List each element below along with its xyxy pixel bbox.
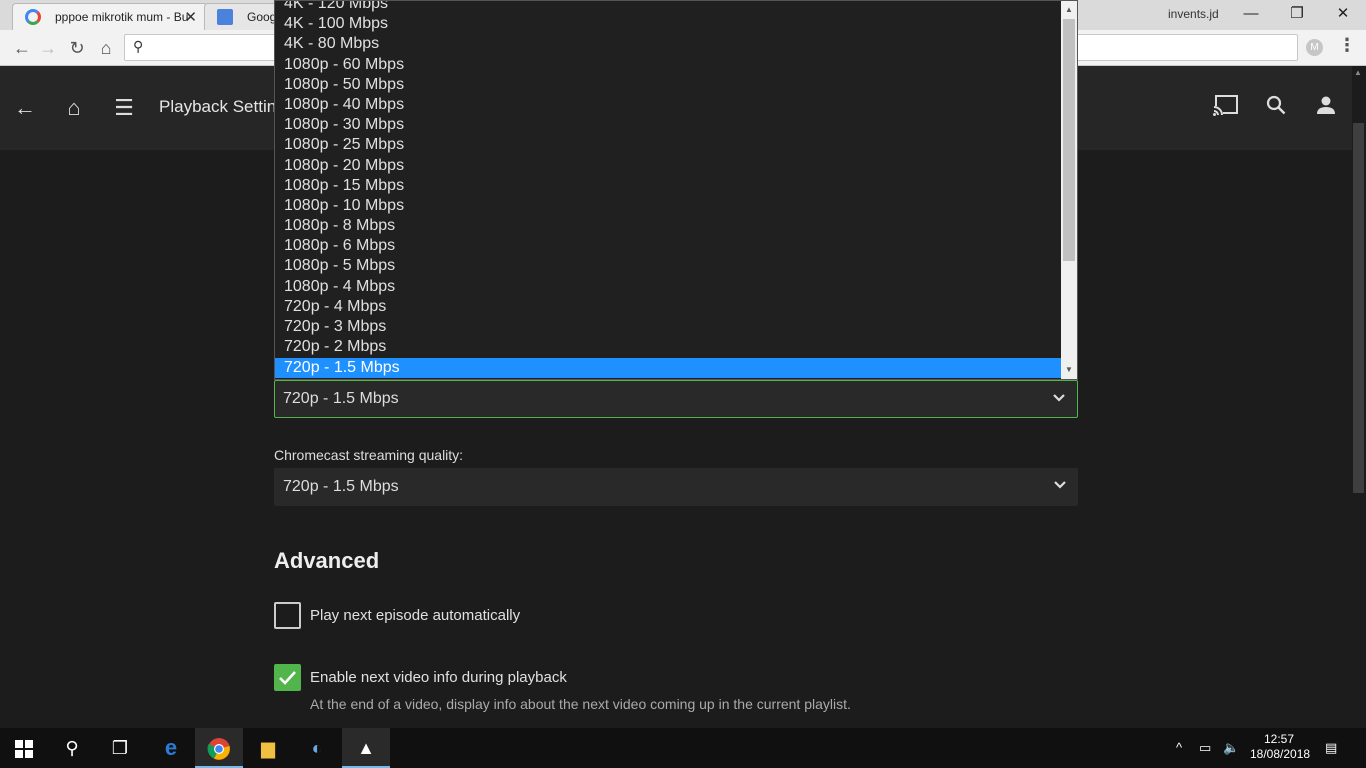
menu-icon[interactable]: ☰	[110, 94, 138, 122]
chromecast-select-value: 720p - 1.5 Mbps	[283, 478, 399, 495]
next-video-info-checkbox[interactable]	[274, 664, 301, 691]
app-icon[interactable]: ◐	[293, 728, 341, 768]
extension-icon[interactable]: M	[1306, 39, 1323, 56]
photos-icon[interactable]: ▲	[342, 728, 390, 768]
chevron-down-icon	[1053, 394, 1065, 402]
checkmark-icon	[279, 671, 296, 685]
dropdown-option[interactable]: 720p - 2 Mbps	[275, 337, 1061, 357]
home-icon[interactable]: ⌂	[60, 94, 88, 122]
dropdown-option[interactable]: 1080p - 10 Mbps	[275, 196, 1061, 216]
back-icon[interactable]: ←	[10, 36, 34, 60]
search-icon: ⚲	[133, 38, 144, 54]
quality-select[interactable]: 720p - 1.5 Mbps	[274, 380, 1078, 418]
profile-name[interactable]: invents.jd	[1168, 7, 1219, 21]
clock[interactable]: 12:57 18/08/2018	[1250, 732, 1311, 762]
reload-icon[interactable]: ↻	[65, 36, 89, 60]
dropdown-option[interactable]: 1080p - 50 Mbps	[275, 75, 1061, 95]
edge-icon[interactable]: e	[147, 728, 195, 768]
windows-taskbar: ⚲ ❐ e ▆ ◐ ▲ ^ ▭ 🔈 12:57 18/08/2018 ▤	[0, 728, 1366, 768]
dropdown-option[interactable]: 1080p - 25 Mbps	[275, 135, 1061, 155]
google-docs-icon	[217, 9, 233, 25]
restore-button[interactable]: ❐	[1274, 2, 1320, 28]
dropdown-scrollbar-thumb[interactable]	[1063, 19, 1075, 261]
play-next-label[interactable]: Play next episode automatically	[310, 607, 520, 624]
close-tab-icon[interactable]: ✕	[184, 8, 197, 26]
advanced-heading: Advanced	[274, 548, 380, 573]
scroll-down-icon[interactable]: ▼	[1065, 365, 1073, 374]
user-icon[interactable]	[1312, 94, 1340, 122]
volume-icon[interactable]: 🔈	[1223, 728, 1239, 768]
google-icon	[25, 9, 41, 25]
file-explorer-icon[interactable]: ▆	[244, 728, 292, 768]
tab-title: pppoe mikrotik mum - Bu	[55, 10, 189, 24]
dropdown-option[interactable]: 1080p - 20 Mbps	[275, 156, 1061, 176]
dropdown-option[interactable]: 720p - 3 Mbps	[275, 317, 1061, 337]
chrome-icon[interactable]	[195, 728, 243, 768]
tray-chevron-icon[interactable]: ^	[1176, 728, 1182, 768]
dropdown-option[interactable]: 1080p - 15 Mbps	[275, 176, 1061, 196]
action-center-icon[interactable]: ▤	[1325, 728, 1337, 768]
dropdown-option[interactable]: 1080p - 5 Mbps	[275, 256, 1061, 276]
dropdown-scrollbar[interactable]: ▲ ▼	[1061, 1, 1077, 379]
play-next-checkbox[interactable]	[274, 602, 301, 629]
dropdown-option[interactable]: 4K - 120 Mbps	[275, 1, 1061, 14]
back-arrow-icon[interactable]: ←	[11, 94, 39, 122]
network-icon[interactable]: ▭	[1199, 728, 1211, 768]
dropdown-option[interactable]: 1080p - 8 Mbps	[275, 216, 1061, 236]
home-icon[interactable]: ⌂	[94, 36, 118, 60]
cast-icon[interactable]	[1212, 94, 1240, 122]
dropdown-option[interactable]: 4K - 100 Mbps	[275, 14, 1061, 34]
forward-icon[interactable]: →	[36, 36, 60, 60]
scroll-up-icon[interactable]: ▲	[1354, 68, 1362, 77]
quality-dropdown-list[interactable]: 4K - 120 Mbps 4K - 100 Mbps 4K - 80 Mbps…	[274, 0, 1078, 380]
quality-select-value: 720p - 1.5 Mbps	[283, 390, 399, 407]
dropdown-option[interactable]: 1080p - 30 Mbps	[275, 115, 1061, 135]
next-video-info-label[interactable]: Enable next video info during playback	[310, 669, 567, 686]
dropdown-option[interactable]: 1080p - 60 Mbps	[275, 55, 1061, 75]
next-video-info-description: At the end of a video, display info abou…	[310, 696, 851, 712]
minimize-button[interactable]: —	[1228, 2, 1274, 28]
page-scrollbar-thumb[interactable]	[1353, 123, 1364, 493]
scroll-up-icon[interactable]: ▲	[1065, 5, 1073, 14]
page-scrollbar[interactable]: ▲	[1352, 66, 1366, 728]
task-view-icon[interactable]: ❐	[96, 728, 144, 768]
clock-time: 12:57	[1263, 732, 1295, 746]
dropdown-option[interactable]: 4K - 80 Mbps	[275, 34, 1061, 54]
dropdown-option[interactable]: 1080p - 6 Mbps	[275, 236, 1061, 256]
browser-tab-1[interactable]: pppoe mikrotik mum - Bu ✕	[12, 3, 208, 30]
page-title: Playback Settin	[159, 97, 277, 116]
search-icon[interactable]: ⚲	[48, 728, 96, 768]
chevron-down-icon	[1054, 481, 1066, 489]
dropdown-option[interactable]: 1080p - 4 Mbps	[275, 277, 1061, 297]
dropdown-option[interactable]: 1080p - 40 Mbps	[275, 95, 1061, 115]
close-window-button[interactable]: ✕	[1320, 2, 1366, 28]
browser-menu-icon[interactable]: ⋮	[1338, 35, 1356, 56]
chromecast-quality-select[interactable]: 720p - 1.5 Mbps	[274, 468, 1078, 506]
dropdown-option-selected[interactable]: 720p - 1.5 Mbps	[275, 358, 1061, 378]
clock-date: 18/08/2018	[1250, 747, 1311, 761]
chromecast-quality-label: Chromecast streaming quality:	[274, 447, 464, 463]
dropdown-option[interactable]: 720p - 4 Mbps	[275, 297, 1061, 317]
search-icon[interactable]	[1262, 94, 1290, 122]
windows-start-icon[interactable]	[0, 728, 48, 768]
